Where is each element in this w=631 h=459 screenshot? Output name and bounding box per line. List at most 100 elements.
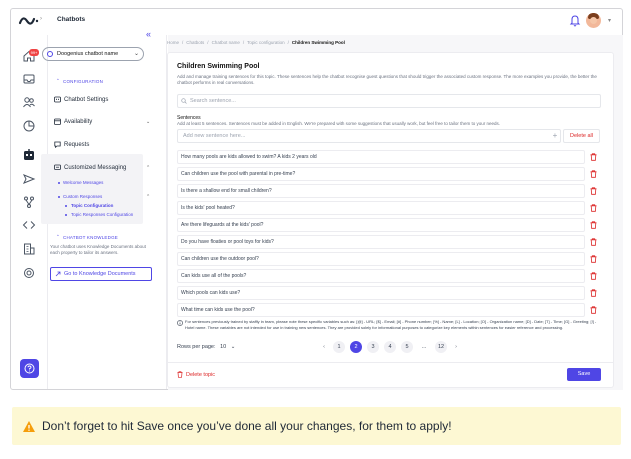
sidebar-item-customized-messaging[interactable]: Customized Messaging <box>54 164 126 171</box>
breadcrumb-item[interactable]: Topic configuration <box>247 40 285 45</box>
sentence-row[interactable]: Is there a shallow end for small childre… <box>177 184 585 198</box>
warning-icon <box>23 420 35 432</box>
help-button[interactable] <box>20 359 39 378</box>
search-icon <box>181 98 187 104</box>
bell-icon[interactable] <box>569 14 581 27</box>
prev-page-icon[interactable]: ‹ <box>320 344 328 350</box>
analytics-icon[interactable] <box>22 119 36 133</box>
breadcrumb-item[interactable]: Chatbots <box>186 40 204 45</box>
sidebar-item-label: Requests <box>64 141 90 148</box>
breadcrumb-separator: / <box>242 40 245 45</box>
avatar[interactable] <box>586 13 601 28</box>
sentences-description: Add at least 5 sentences. Sentences must… <box>177 121 500 126</box>
chatbot-select[interactable]: Doogenius chatbot name ⌄ <box>42 47 144 61</box>
page-button[interactable]: 4 <box>384 341 396 353</box>
sentence-row[interactable]: Do you have floaties or pool toys for ki… <box>177 235 585 249</box>
sentence-row[interactable]: Are there lifeguards at the kids' pool? <box>177 218 585 232</box>
chevron-up-icon[interactable]: ⌃ <box>56 234 60 240</box>
trash-icon[interactable] <box>590 170 597 178</box>
sentence-row[interactable]: Can kids use all of the pools? <box>177 269 585 283</box>
rows-per-page[interactable]: Rows per page: 10 ⌄ <box>177 344 235 350</box>
bot-icon <box>47 51 53 57</box>
trash-icon[interactable] <box>590 289 597 297</box>
sidebar-subitem-welcome-messages[interactable]: Welcome Messages <box>63 180 103 185</box>
trash-icon[interactable] <box>590 153 597 161</box>
sidebar-subitem-topic-responses-configuration[interactable]: Topic Responses Configuration <box>71 212 133 217</box>
chatbot-icon[interactable] <box>22 148 36 162</box>
trash-icon[interactable] <box>590 204 597 212</box>
chevron-up-icon[interactable]: ⌃ <box>56 78 60 84</box>
chevron-down-icon: ⌄ <box>230 344 236 350</box>
save-button[interactable]: Save <box>567 368 601 381</box>
page-button[interactable]: 5 <box>401 341 413 353</box>
variables-footnote: For sentences previously trained by staf… <box>185 319 597 330</box>
breadcrumb-item[interactable]: Home <box>167 40 179 45</box>
add-sentence-input[interactable]: Add new sentence here... <box>177 129 561 143</box>
sidebar-subitem-custom-responses[interactable]: Custom Responses <box>63 194 102 199</box>
trash-icon[interactable] <box>590 306 597 314</box>
sidebar-item-label: Chatbot Settings <box>64 96 109 103</box>
sentence-row[interactable]: Can children use the pool with parental … <box>177 167 585 181</box>
page-button[interactable]: 1 <box>333 341 345 353</box>
trash-icon[interactable] <box>590 238 597 246</box>
sidebar-item-requests[interactable]: Requests <box>54 141 89 148</box>
chevron-down-icon: ⌄ <box>133 51 139 57</box>
divider <box>168 362 613 363</box>
topic-description: Add and manage training sentences for th… <box>177 74 597 85</box>
topic-title: Children Swimming Pool <box>177 63 260 70</box>
breadcrumb: Home / Chatbots / Chatbot name / Topic c… <box>167 40 345 45</box>
sentence-row[interactable]: Can children use the outdoor pool? <box>177 252 585 266</box>
next-page-icon[interactable]: › <box>452 344 460 350</box>
building-icon[interactable] <box>22 242 36 256</box>
breadcrumb-item[interactable]: Chatbot name <box>212 40 240 45</box>
question-icon <box>24 363 35 374</box>
delete-topic-button[interactable]: Delete topic <box>177 371 215 378</box>
page-button[interactable]: 12 <box>435 341 447 353</box>
bullet-icon <box>58 182 60 184</box>
app-logo-icon[interactable] <box>18 13 40 29</box>
sidebar-item-label: Availability <box>64 118 93 125</box>
rows-per-page-value: 10 <box>220 344 227 350</box>
add-sentence-button[interactable]: + <box>549 129 561 143</box>
page-button[interactable]: 2 <box>350 341 362 353</box>
search-input[interactable]: Search sentence... <box>177 94 601 108</box>
trash-icon[interactable] <box>590 272 597 280</box>
sentence-row[interactable]: Is the kids' pool heated? <box>177 201 585 215</box>
send-icon[interactable] <box>22 172 36 186</box>
go-to-knowledge-button[interactable]: Go to Knowledge Documents <box>50 267 152 281</box>
top-bar: › Chatbots ▾ <box>10 8 623 35</box>
chevron-down-icon[interactable]: ▾ <box>608 17 611 24</box>
trash-icon[interactable] <box>590 187 597 195</box>
sentence-row[interactable]: Which pools can kids use? <box>177 286 585 300</box>
banner-text: Don’t forget to hit Save once you’ve don… <box>42 419 452 433</box>
save-reminder-banner: Don’t forget to hit Save once you’ve don… <box>12 407 621 445</box>
chevron-right-icon: › <box>40 16 42 22</box>
search-placeholder: Search sentence... <box>190 98 236 104</box>
sentence-row[interactable]: What time can kids use the pool? <box>177 303 585 317</box>
page-title: Chatbots <box>57 16 86 23</box>
rows-per-page-label: Rows per page: <box>177 344 216 350</box>
bullet-icon <box>65 214 67 216</box>
bullet-icon <box>65 205 67 207</box>
code-icon[interactable] <box>22 218 36 232</box>
breadcrumb-separator: / <box>207 40 209 45</box>
configuration-heading: CONFIGURATION <box>63 79 104 84</box>
collapse-sidebar-icon[interactable]: « <box>146 29 151 39</box>
sidebar-subitem-topic-configuration[interactable]: Topic Configuration <box>71 203 113 208</box>
users-icon[interactable] <box>22 95 36 109</box>
go-to-knowledge-label: Go to Knowledge Documents <box>64 271 136 277</box>
delete-all-button[interactable]: Delete all <box>563 129 600 143</box>
sidebar-item-chatbot-settings[interactable]: Chatbot Settings <box>54 96 108 103</box>
delete-topic-label: Delete topic <box>186 371 216 378</box>
inbox-icon[interactable] <box>22 72 36 86</box>
bullet-icon <box>58 196 60 198</box>
trash-icon[interactable] <box>590 221 597 229</box>
sidebar-item-availability[interactable]: Availability <box>54 118 92 125</box>
message-icon <box>54 164 61 170</box>
trash-icon[interactable] <box>590 255 597 263</box>
page-button[interactable]: 3 <box>367 341 379 353</box>
sentence-row[interactable]: How many pools are kids allowed to swim?… <box>177 150 585 164</box>
settings-icon[interactable] <box>22 266 36 280</box>
workflow-icon[interactable] <box>22 195 36 209</box>
chatbot-select-value: Doogenius chatbot name <box>57 51 119 57</box>
